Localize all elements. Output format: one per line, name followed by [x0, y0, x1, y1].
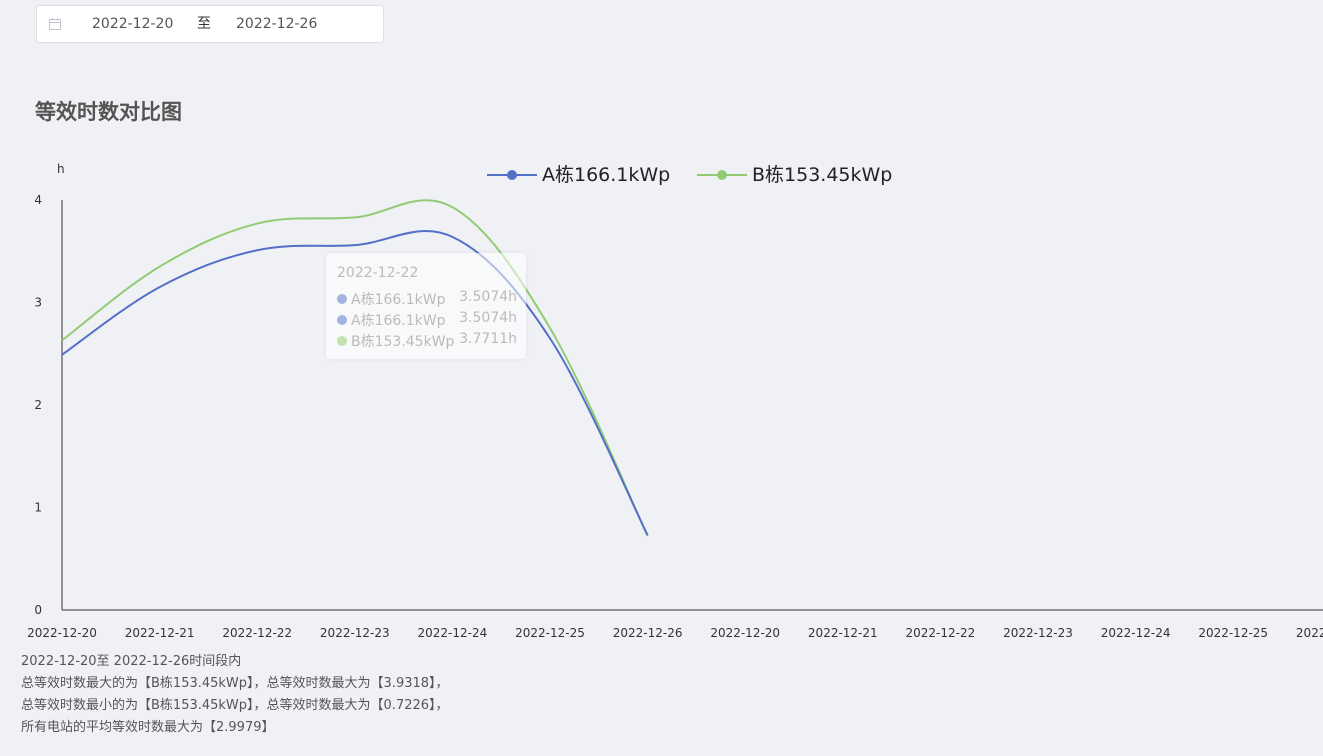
tooltip-dot [337, 315, 347, 325]
chart-tooltip: 2022-12-22 A栋166.1kWp 3.5074h A栋166.1kWp… [326, 253, 526, 359]
y-tick-label: 2 [34, 398, 42, 412]
tooltip-dot [337, 336, 347, 346]
x-tick-label: 2022-12-26 [1296, 626, 1323, 640]
legend-label: B栋153.45kWp [752, 164, 892, 186]
x-tick-label: 2022-12-22 [906, 626, 976, 640]
x-tick-label: 2022-12-24 [1101, 626, 1171, 640]
tooltip-series-name: A栋166.1kWp [351, 313, 446, 329]
tooltip-series-name: B栋153.45kWp [351, 334, 455, 350]
legend-marker [507, 170, 517, 180]
y-axis-unit: h [57, 162, 65, 176]
x-tick-label: 2022-12-25 [1198, 626, 1268, 640]
summary-text: 2022-12-20至 2022-12-26时间段内 总等效时数最大的为【B栋1… [21, 651, 449, 739]
legend-label: A栋166.1kWp [542, 164, 670, 186]
tooltip-value: 3.5074h [459, 310, 517, 326]
tooltip-row: A栋166.1kWp 3.5074h [337, 310, 517, 331]
start-date-input[interactable]: 2022-12-20 [92, 6, 173, 42]
chart-title: 等效时数对比图 [35, 100, 182, 124]
x-tick-label: 2022-12-21 [125, 626, 195, 640]
x-tick-label: 2022-12-22 [222, 626, 292, 640]
x-tick-label: 2022-12-25 [515, 626, 585, 640]
legend-marker [717, 170, 727, 180]
date-range-picker[interactable]: 2022-12-20 至 2022-12-26 [36, 5, 384, 43]
line-chart: h012342022-12-20 2022-12-21 2022-12-22 2022… [27, 162, 1323, 640]
x-tick-label: 2022-12-24 [418, 626, 488, 640]
y-tick-label: 0 [34, 603, 42, 617]
tooltip-series-name: A栋166.1kWp [351, 292, 446, 308]
x-tick-label: 2022-12-20 [710, 626, 780, 640]
summary-line: 总等效时数最小的为【B栋153.45kWp】，总等效时数最大为【0.7226】， [21, 698, 449, 713]
y-tick-label: 1 [34, 501, 42, 515]
calendar-icon [49, 18, 61, 30]
x-tick-label: 2022-12-23 [1003, 626, 1073, 640]
y-tick-label: 4 [34, 193, 42, 207]
tooltip-dot [337, 294, 347, 304]
y-tick-label: 3 [34, 296, 42, 310]
x-tick-label: 2022-12-23 [320, 626, 390, 640]
x-tick-label: 2022-12-20 [27, 626, 97, 640]
tooltip-row: A栋166.1kWp 3.5074h [337, 289, 517, 310]
tooltip-value: 3.5074h [459, 289, 517, 305]
tooltip-row: B栋153.45kWp 3.7711h [337, 331, 517, 352]
end-date-input[interactable]: 2022-12-26 [236, 6, 317, 42]
series-line [61, 199, 649, 537]
summary-line: 总等效时数最大的为【B栋153.45kWp】，总等效时数最大为【3.9318】， [21, 676, 449, 691]
date-separator: 至 [197, 16, 211, 32]
x-tick-label: 2022-12-26 [613, 626, 683, 640]
tooltip-date: 2022-12-22 [337, 265, 419, 281]
x-tick-label: 2022-12-21 [808, 626, 878, 640]
summary-line: 所有电站的平均等效时数最大为【2.9979】 [21, 720, 275, 735]
tooltip-value: 3.7711h [459, 331, 517, 347]
summary-line: 2022-12-20至 2022-12-26时间段内 [21, 654, 242, 669]
